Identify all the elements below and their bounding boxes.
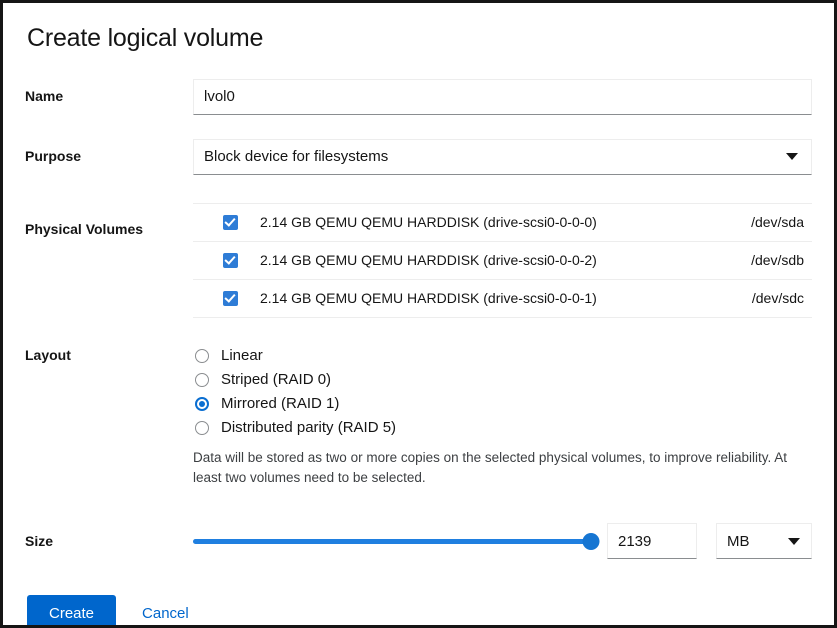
purpose-select[interactable]: Block device for filesystems [193,139,812,175]
name-row: Name [25,79,812,115]
physical-volumes-list: 2.14 GB QEMU QEMU HARDDISK (drive-scsi0-… [193,203,812,318]
physical-volume-checkbox[interactable] [223,253,238,268]
chevron-down-icon [788,538,800,545]
physical-volume-name: 2.14 GB QEMU QEMU HARDDISK (drive-scsi0-… [260,290,752,306]
size-input[interactable] [607,523,697,559]
layout-option-striped[interactable]: Striped (RAID 0) [193,368,812,392]
purpose-label: Purpose [25,139,193,164]
create-button[interactable]: Create [27,595,116,628]
size-unit-value: MB [717,533,788,550]
table-row[interactable]: 2.14 GB QEMU QEMU HARDDISK (drive-scsi0-… [193,242,812,280]
purpose-select-value: Block device for filesystems [194,148,786,165]
physical-volume-checkbox[interactable] [223,291,238,306]
radio-icon [195,421,209,435]
physical-volume-device: /dev/sdb [751,252,812,268]
size-slider[interactable] [193,530,591,552]
layout-option-label: Distributed parity (RAID 5) [221,419,396,436]
chevron-down-icon [786,153,798,160]
size-row: Size MB [25,523,812,559]
page-title: Create logical volume [27,25,812,53]
table-row[interactable]: 2.14 GB QEMU QEMU HARDDISK (drive-scsi0-… [193,204,812,242]
physical-volume-device: /dev/sdc [752,290,812,306]
dialog-footer: Create Cancel [25,595,812,628]
size-label: Size [25,533,193,549]
layout-option-label: Striped (RAID 0) [221,371,331,388]
name-input[interactable] [193,79,812,115]
radio-icon [195,373,209,387]
layout-option-distributed-parity[interactable]: Distributed parity (RAID 5) [193,416,812,440]
physical-volume-name: 2.14 GB QEMU QEMU HARDDISK (drive-scsi0-… [260,252,751,268]
name-label: Name [25,79,193,104]
layout-option-label: Linear [221,347,263,364]
physical-volume-checkbox[interactable] [223,215,238,230]
physical-volume-name: 2.14 GB QEMU QEMU HARDDISK (drive-scsi0-… [260,214,751,230]
layout-option-mirrored[interactable]: Mirrored (RAID 1) [193,392,812,416]
purpose-row: Purpose Block device for filesystems [25,139,812,175]
slider-fill [193,539,591,544]
radio-icon [195,349,209,363]
size-unit-select[interactable]: MB [716,523,812,559]
radio-selected-icon [195,397,209,411]
create-logical-volume-dialog: Create logical volume Name Purpose Block… [0,0,837,628]
layout-helper-text: Data will be stored as two or more copie… [193,448,805,490]
layout-row: Layout Linear Striped (RAID 0) Mirrored … [25,344,812,490]
layout-option-linear[interactable]: Linear [193,344,812,368]
layout-option-label: Mirrored (RAID 1) [221,395,339,412]
physical-volumes-label: Physical Volumes [25,203,193,237]
physical-volumes-row: Physical Volumes 2.14 GB QEMU QEMU HARDD… [25,203,812,318]
cancel-button[interactable]: Cancel [142,605,189,622]
layout-label: Layout [25,344,193,363]
physical-volume-device: /dev/sda [751,214,812,230]
table-row[interactable]: 2.14 GB QEMU QEMU HARDDISK (drive-scsi0-… [193,280,812,318]
slider-thumb[interactable] [583,533,600,550]
